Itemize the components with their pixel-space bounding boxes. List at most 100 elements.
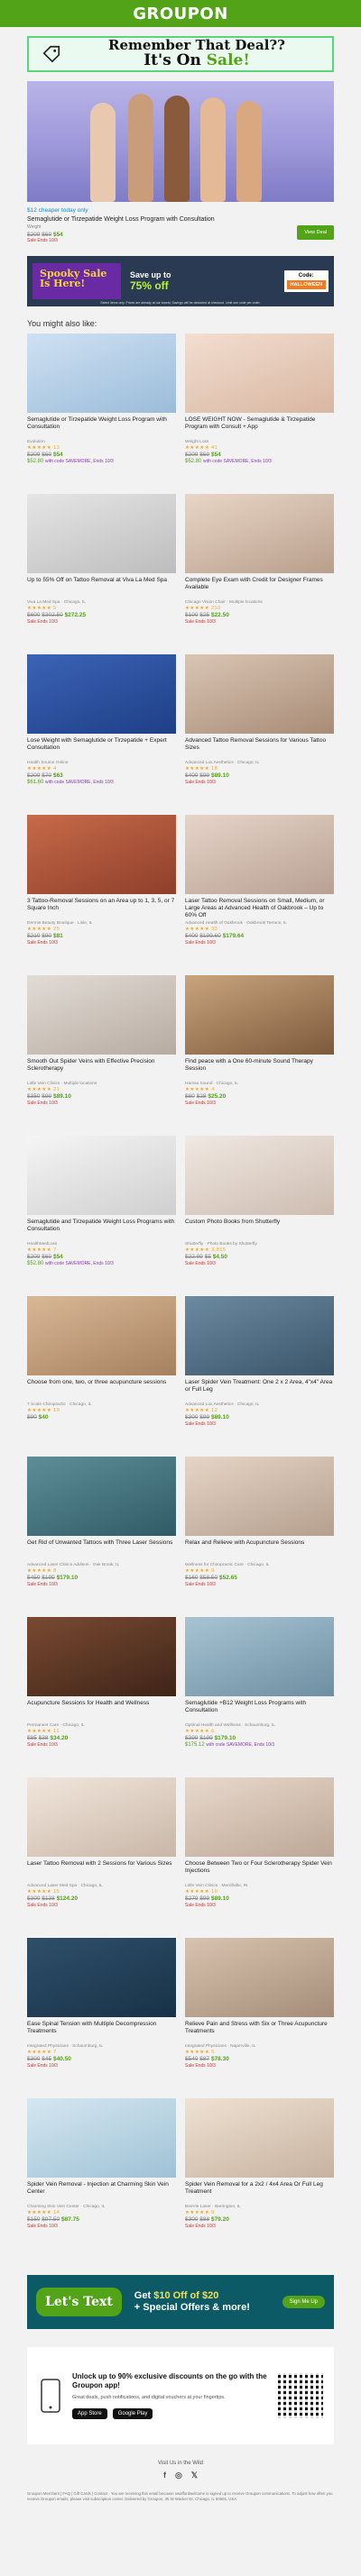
app-store-badge[interactable]: App Store <box>72 2407 107 2419</box>
deal-card[interactable]: Advanced Tattoo Removal Sessions for Var… <box>185 654 334 815</box>
deal-image[interactable] <box>185 494 334 573</box>
deal-card[interactable]: Semaglutide +B12 Weight Loss Programs wi… <box>185 1617 334 1777</box>
deal-image[interactable] <box>185 654 334 734</box>
lets-text-banner[interactable]: Let's Text Get $10 Off of $20 + Special … <box>27 2275 334 2329</box>
deal-code-price: $52.80 with code SAVEMORE, Ends 10/3 <box>27 459 114 464</box>
deal-card[interactable]: Choose Between Two or Four Sclerotherapy… <box>185 1777 334 1938</box>
deal-title[interactable]: Semaglutide +B12 Weight Loss Programs wi… <box>185 1700 334 1722</box>
deal-title[interactable]: Smooth Out Spider Veins with Effective P… <box>27 1058 176 1081</box>
deal-card[interactable]: Laser Tattoo Removal Sessions on Small, … <box>185 815 334 975</box>
deal-title[interactable]: Up to 55% Off on Tattoo Removal at Viva … <box>27 577 176 599</box>
deal-title[interactable]: 3 Tattoo-Removal Sessions on an Area up … <box>27 898 176 920</box>
deal-card[interactable]: Spider Vein Removal - Injection at Charm… <box>27 2098 176 2259</box>
deal-image[interactable] <box>185 333 334 413</box>
deal-title[interactable]: Find peace with a One 60-minute Sound Th… <box>185 1058 334 1081</box>
qr-code-icon[interactable] <box>278 2373 323 2418</box>
deal-image[interactable] <box>185 1938 334 2017</box>
deal-card[interactable]: Get Rid of Unwanted Tattoos with Three L… <box>27 1457 176 1617</box>
deal-price: $90 $40 <box>27 1414 49 1420</box>
view-deal-button[interactable]: View Deal <box>297 225 334 240</box>
deal-card[interactable]: Up to 55% Off on Tattoo Removal at Viva … <box>27 494 176 654</box>
deal-title[interactable]: Spider Vein Removal - Injection at Charm… <box>27 2181 176 2204</box>
deal-card[interactable]: Custom Photo Books from Shutterfly Shutt… <box>185 1136 334 1296</box>
deal-card[interactable]: Semaglutide and Tirzepatide Weight Loss … <box>27 1136 176 1296</box>
deal-price: $85 $38 $34.20 <box>27 1735 69 1741</box>
deal-card[interactable]: Lose Weight with Semaglutide or Tirzepat… <box>27 654 176 815</box>
deal-image[interactable] <box>185 1296 334 1375</box>
spooky-sale-promo[interactable]: Spooky Sale Is Here! Save up to 75% off … <box>27 256 334 306</box>
deal-card[interactable]: Ease Spinal Tension with Multiple Decomp… <box>27 1938 176 2098</box>
deal-image[interactable] <box>27 1617 176 1696</box>
deal-card[interactable]: Semaglutide or Tirzepatide Weight Loss P… <box>27 333 176 494</box>
deal-title[interactable]: Laser Tattoo Removal with 2 Sessions for… <box>27 1860 176 1883</box>
deal-location: Wellness for Chiropractic Care · Chicago… <box>185 1563 270 1567</box>
deal-card[interactable]: Laser Spider Vein Treatment: One 2 x 2 A… <box>185 1296 334 1457</box>
deal-title[interactable]: Advanced Tattoo Removal Sessions for Var… <box>185 737 334 760</box>
deal-image[interactable] <box>27 333 176 413</box>
deal-card[interactable]: 3 Tattoo-Removal Sessions on an Area up … <box>27 815 176 975</box>
deal-title[interactable]: LOSE WEIGHT NOW - Semaglutide & Tirzepat… <box>185 416 334 439</box>
deal-image[interactable] <box>27 815 176 894</box>
deal-image[interactable] <box>185 975 334 1055</box>
deal-card[interactable]: Choose from one, two, or three acupunctu… <box>27 1296 176 1457</box>
groupon-logo[interactable]: GROUPON <box>133 5 228 23</box>
deal-image[interactable] <box>185 815 334 894</box>
sign-me-up-button[interactable]: Sign Me Up <box>282 2296 325 2308</box>
deal-image[interactable] <box>185 1136 334 1215</box>
deal-title[interactable]: Acupuncture Sessions for Health and Well… <box>27 1700 176 1722</box>
deal-location: Little Vein Clinics · Multiple locations <box>27 1082 97 1086</box>
deal-title[interactable]: Spider Vein Removal for a 2x2 / 4x4 Area… <box>185 2181 334 2204</box>
deal-title[interactable]: Ease Spinal Tension with Multiple Decomp… <box>27 2021 176 2043</box>
deal-image[interactable] <box>185 1457 334 1536</box>
deal-title[interactable]: Semaglutide and Tirzepatide Weight Loss … <box>27 1219 176 1241</box>
deal-title[interactable]: Complete Eye Exam with Credit for Design… <box>185 577 334 599</box>
deal-image[interactable] <box>185 1777 334 1857</box>
deal-price: $400 $199.60 $179.64 <box>185 933 245 939</box>
deal-card[interactable]: Relieve Pain and Stress with Six or Thre… <box>185 1938 334 2098</box>
deal-title[interactable]: Lose Weight with Semaglutide or Tirzepat… <box>27 737 176 760</box>
deal-card[interactable]: Spider Vein Removal for a 2x2 / 4x4 Area… <box>185 2098 334 2259</box>
hero-deal-title[interactable]: Semaglutide or Tirzepatide Weight Loss P… <box>27 216 215 223</box>
promo-fine-print: Select items only. Prices are already at… <box>100 301 261 305</box>
deal-image[interactable] <box>27 1457 176 1536</box>
deal-title[interactable]: Custom Photo Books from Shutterfly <box>185 1219 334 1241</box>
deal-image[interactable] <box>27 1136 176 1215</box>
deal-image[interactable] <box>185 2098 334 2178</box>
deal-image[interactable] <box>27 654 176 734</box>
deal-price: $300 $45 $40.50 <box>27 2056 71 2062</box>
deal-image[interactable] <box>27 1777 176 1857</box>
google-play-badge[interactable]: Google Play <box>112 2407 153 2419</box>
deal-card[interactable]: Complete Eye Exam with Credit for Design… <box>185 494 334 654</box>
deal-card[interactable]: Laser Tattoo Removal with 2 Sessions for… <box>27 1777 176 1938</box>
hero-deal-card[interactable]: $12 cheaper today only Semaglutide or Ti… <box>27 81 334 249</box>
deal-title[interactable]: Get Rid of Unwanted Tattoos with Three L… <box>27 1539 176 1562</box>
deal-image[interactable] <box>27 494 176 573</box>
deal-location: Advanced Lux Aesthetics · Chicago, IL <box>185 761 260 765</box>
deal-title[interactable]: Laser Tattoo Removal Sessions on Small, … <box>185 898 334 920</box>
deal-location: Advanced Health of Oakbrook · Oakbrook T… <box>185 921 287 926</box>
deal-title[interactable]: Choose from one, two, or three acupunctu… <box>27 1379 176 1402</box>
facebook-icon[interactable]: f <box>163 2471 166 2480</box>
deal-title[interactable]: Relax and Relieve with Acupuncture Sessi… <box>185 1539 334 1562</box>
instagram-icon[interactable]: ◎ <box>175 2471 182 2480</box>
deal-card[interactable]: Acupuncture Sessions for Health and Well… <box>27 1617 176 1777</box>
deal-sale-ends: Sale Ends 10/3 <box>27 1582 58 1587</box>
deal-rating: ★★★★★ 9 <box>185 2210 215 2215</box>
deal-image[interactable] <box>185 1617 334 1696</box>
deal-image[interactable] <box>27 1296 176 1375</box>
deal-title[interactable]: Semaglutide or Tirzepatide Weight Loss P… <box>27 416 176 439</box>
deal-title[interactable]: Choose Between Two or Four Sclerotherapy… <box>185 1860 334 1883</box>
deal-card[interactable]: Smooth Out Spider Veins with Effective P… <box>27 975 176 1136</box>
hero-deal-image[interactable] <box>27 81 334 202</box>
deal-image[interactable] <box>27 975 176 1055</box>
footer-fine-print: Groupon Merchant | FAQ | Gift Cards | Co… <box>27 2491 333 2502</box>
deal-card[interactable]: Relax and Relieve with Acupuncture Sessi… <box>185 1457 334 1617</box>
deal-image[interactable] <box>27 1938 176 2017</box>
x-twitter-icon[interactable]: 𝕏 <box>191 2471 198 2480</box>
deal-price: $400 $99 $89.10 <box>185 772 229 779</box>
deal-title[interactable]: Relieve Pain and Stress with Six or Thre… <box>185 2021 334 2043</box>
deal-card[interactable]: LOSE WEIGHT NOW - Semaglutide & Tirzepat… <box>185 333 334 494</box>
deal-title[interactable]: Laser Spider Vein Treatment: One 2 x 2 A… <box>185 1379 334 1402</box>
deal-image[interactable] <box>27 2098 176 2178</box>
deal-card[interactable]: Find peace with a One 60-minute Sound Th… <box>185 975 334 1136</box>
